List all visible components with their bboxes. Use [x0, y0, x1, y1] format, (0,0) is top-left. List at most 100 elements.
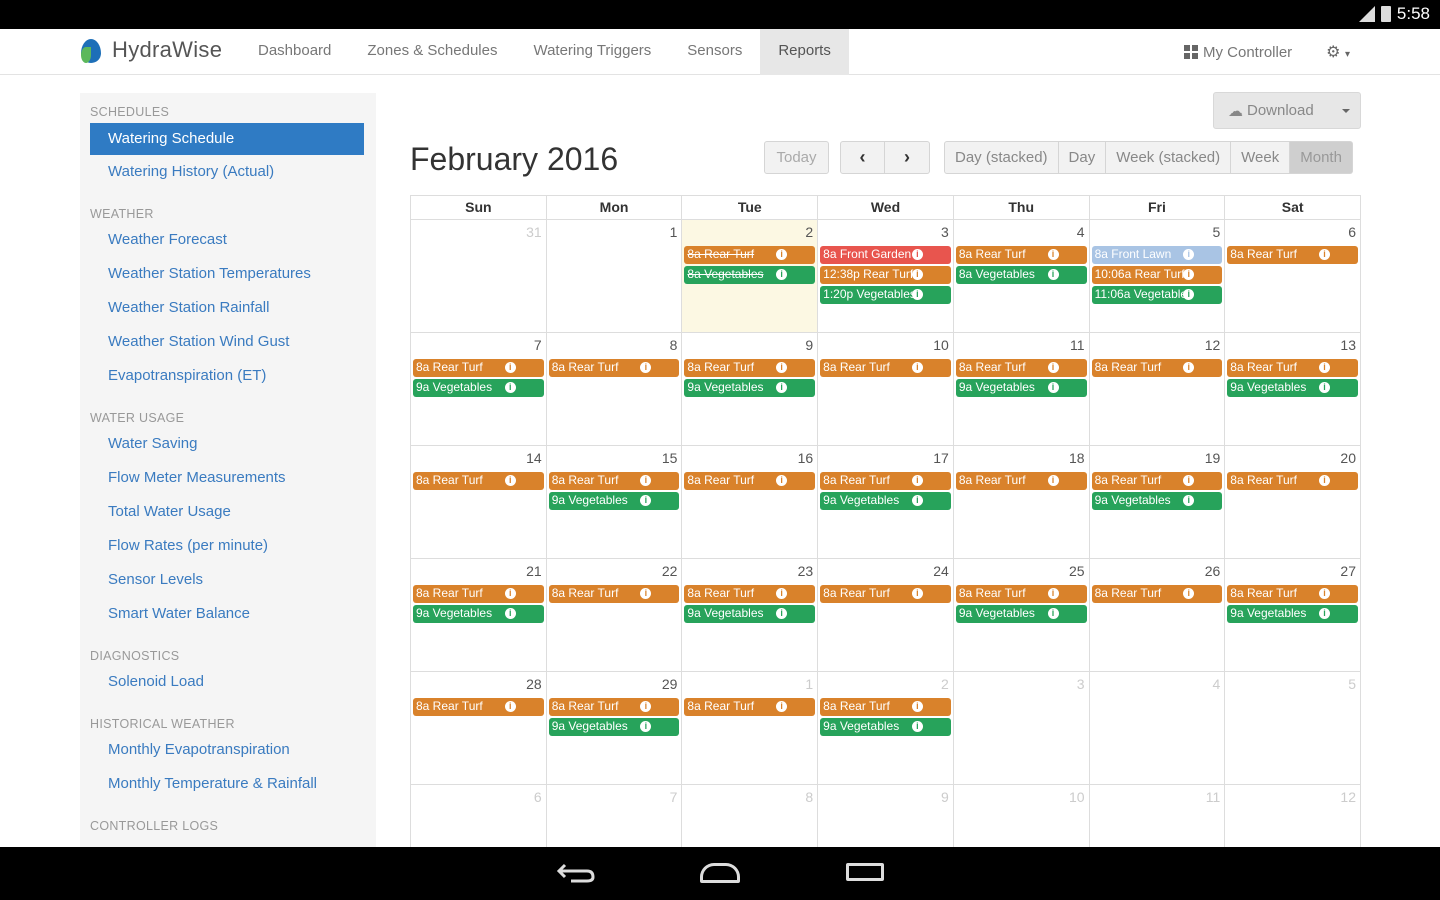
watering-event[interactable]: 8a Rear Turf i: [548, 359, 680, 377]
watering-event[interactable]: 8a Rear Turf i: [1091, 359, 1223, 377]
view-month-button[interactable]: Month: [1290, 141, 1353, 174]
calendar-day-cell[interactable]: 4: [1089, 672, 1226, 785]
watering-event[interactable]: 8a Rear Turf i: [684, 246, 816, 264]
view-day-stacked-button[interactable]: Day (stacked): [944, 141, 1059, 174]
info-icon[interactable]: i: [776, 362, 788, 373]
sidebar-link[interactable]: Evapotranspiration (ET): [80, 367, 266, 384]
info-icon[interactable]: i: [776, 249, 788, 260]
watering-event[interactable]: 8a Rear Turf i: [413, 585, 544, 603]
watering-event[interactable]: 8a Vegetables i: [684, 266, 816, 284]
brand[interactable]: HydraWise: [78, 35, 222, 65]
info-icon[interactable]: i: [1318, 382, 1330, 393]
watering-event[interactable]: 8a Rear Turf i: [413, 698, 544, 716]
sidebar-link[interactable]: Flow Rates (per minute): [80, 537, 268, 554]
watering-event[interactable]: 8a Rear Turf i: [413, 472, 544, 490]
watering-event[interactable]: 8a Rear Turf i: [1227, 246, 1358, 264]
sidebar-link[interactable]: Monthly Temperature & Rainfall: [80, 775, 317, 792]
calendar-day-cell[interactable]: 16 8a Rear Turf i: [682, 446, 819, 559]
calendar-day-cell[interactable]: 18 8a Rear Turf i: [953, 446, 1090, 559]
watering-event[interactable]: 9a Vegetables i: [684, 379, 816, 397]
watering-event[interactable]: 8a Rear Turf i: [820, 472, 951, 490]
calendar-day-cell[interactable]: 23 8a Rear Turf i 9a Vegetables i: [682, 559, 819, 672]
watering-event[interactable]: 8a Rear Turf i: [955, 359, 1087, 377]
calendar-day-cell[interactable]: 8 8a Rear Turf i: [546, 333, 683, 446]
info-icon[interactable]: i: [776, 269, 788, 280]
info-icon[interactable]: i: [1318, 588, 1330, 599]
info-icon[interactable]: i: [1318, 475, 1330, 486]
calendar-day-cell[interactable]: 25 8a Rear Turf i 9a Vegetables i: [953, 559, 1090, 672]
info-icon[interactable]: i: [504, 588, 516, 599]
watering-event[interactable]: 9a Vegetables i: [548, 718, 680, 736]
view-day-button[interactable]: Day: [1058, 141, 1107, 174]
calendar-day-cell[interactable]: 14 8a Rear Turf i: [411, 446, 547, 559]
info-icon[interactable]: i: [1318, 362, 1330, 373]
watering-event[interactable]: 8a Rear Turf i: [684, 359, 816, 377]
watering-event[interactable]: 8a Rear Turf i: [1091, 585, 1223, 603]
nav-reports[interactable]: Reports: [760, 29, 849, 75]
calendar-day-cell[interactable]: 12 8a Rear Turf i: [1089, 333, 1226, 446]
watering-event[interactable]: 8a Rear Turf i: [820, 698, 951, 716]
watering-event[interactable]: 8a Rear Turf i: [413, 359, 544, 377]
sidebar-link[interactable]: Total Water Usage: [80, 503, 231, 520]
info-icon[interactable]: i: [504, 475, 516, 486]
nav-sensors[interactable]: Sensors: [669, 29, 760, 75]
info-icon[interactable]: i: [640, 475, 652, 486]
today-button[interactable]: Today: [764, 141, 829, 174]
calendar-day-cell[interactable]: 10 8a Rear Turf i: [818, 333, 954, 446]
calendar-day-cell[interactable]: 13 8a Rear Turf i 9a Vegetables i: [1225, 333, 1361, 446]
calendar-day-cell[interactable]: 5 8a Front Lawn i 10:06a Rear Turf i 11:06a V…: [1089, 220, 1226, 333]
watering-event[interactable]: 1:20p Vegetables i: [820, 286, 951, 304]
calendar-day-cell[interactable]: 4 8a Rear Turf i 8a Vegetables i: [953, 220, 1090, 333]
watering-event[interactable]: 12:38p Rear Turf i: [820, 266, 951, 284]
calendar-day-cell[interactable]: 1 8a Rear Turf i: [682, 672, 819, 785]
info-icon[interactable]: i: [911, 362, 923, 373]
calendar-day-cell[interactable]: 5: [1225, 672, 1361, 785]
calendar-day-cell[interactable]: 1: [546, 220, 683, 333]
watering-event[interactable]: 9a Vegetables i: [684, 605, 816, 623]
watering-event[interactable]: 9a Vegetables i: [955, 605, 1087, 623]
sidebar-link[interactable]: Weather Station Temperatures: [80, 265, 311, 282]
info-icon[interactable]: i: [911, 269, 923, 280]
settings-dropdown[interactable]: ⚙ ▾: [1326, 42, 1350, 62]
watering-event[interactable]: 9a Vegetables i: [413, 379, 544, 397]
sidebar-link[interactable]: Flow Meter Measurements: [80, 469, 286, 486]
watering-event[interactable]: 8a Vegetables i: [955, 266, 1087, 284]
info-icon[interactable]: i: [911, 475, 923, 486]
calendar-day-cell[interactable]: 6 8a Rear Turf i: [1225, 220, 1361, 333]
watering-event[interactable]: 9a Vegetables i: [955, 379, 1087, 397]
info-icon[interactable]: i: [1047, 362, 1059, 373]
calendar-day-cell[interactable]: 20 8a Rear Turf i: [1225, 446, 1361, 559]
watering-event[interactable]: 8a Rear Turf i: [684, 585, 816, 603]
calendar-day-cell[interactable]: 19 8a Rear Turf i 9a Vegetables i: [1089, 446, 1226, 559]
sidebar-link[interactable]: Solenoid Load: [80, 673, 204, 690]
watering-event[interactable]: 9a Vegetables i: [1227, 605, 1358, 623]
info-icon[interactable]: i: [1318, 608, 1330, 619]
sidebar-link[interactable]: Sensor Levels: [80, 571, 203, 588]
watering-event[interactable]: 8a Rear Turf i: [548, 472, 680, 490]
info-icon[interactable]: i: [640, 495, 652, 506]
info-icon[interactable]: i: [1183, 362, 1195, 373]
info-icon[interactable]: i: [911, 249, 923, 260]
calendar-day-cell[interactable]: 17 8a Rear Turf i 9a Vegetables i: [818, 446, 954, 559]
info-icon[interactable]: i: [1047, 249, 1059, 260]
sidebar-link[interactable]: Smart Water Balance: [80, 605, 250, 622]
info-icon[interactable]: i: [640, 721, 652, 732]
calendar-day-cell[interactable]: 3 8a Front Garden i 12:38p Rear Turf i 1:20p …: [818, 220, 954, 333]
calendar-day-cell[interactable]: 7 8a Rear Turf i 9a Vegetables i: [411, 333, 547, 446]
watering-event[interactable]: 8a Rear Turf i: [684, 698, 816, 716]
info-icon[interactable]: i: [504, 362, 516, 373]
calendar-day-cell[interactable]: 21 8a Rear Turf i 9a Vegetables i: [411, 559, 547, 672]
watering-event[interactable]: 9a Vegetables i: [820, 492, 951, 510]
download-button[interactable]: ☁ Download: [1213, 92, 1361, 129]
sidebar-link[interactable]: Watering Schedule: [90, 123, 364, 155]
watering-event[interactable]: 8a Rear Turf i: [684, 472, 816, 490]
info-icon[interactable]: i: [776, 382, 788, 393]
watering-event[interactable]: 8a Rear Turf i: [820, 585, 951, 603]
watering-event[interactable]: 8a Rear Turf i: [548, 698, 680, 716]
info-icon[interactable]: i: [1183, 495, 1195, 506]
sidebar-link[interactable]: Weather Forecast: [80, 231, 227, 248]
view-week-stacked-button[interactable]: Week (stacked): [1106, 141, 1232, 174]
watering-event[interactable]: 9a Vegetables i: [1227, 379, 1358, 397]
info-icon[interactable]: i: [911, 289, 923, 300]
info-icon[interactable]: i: [776, 608, 788, 619]
